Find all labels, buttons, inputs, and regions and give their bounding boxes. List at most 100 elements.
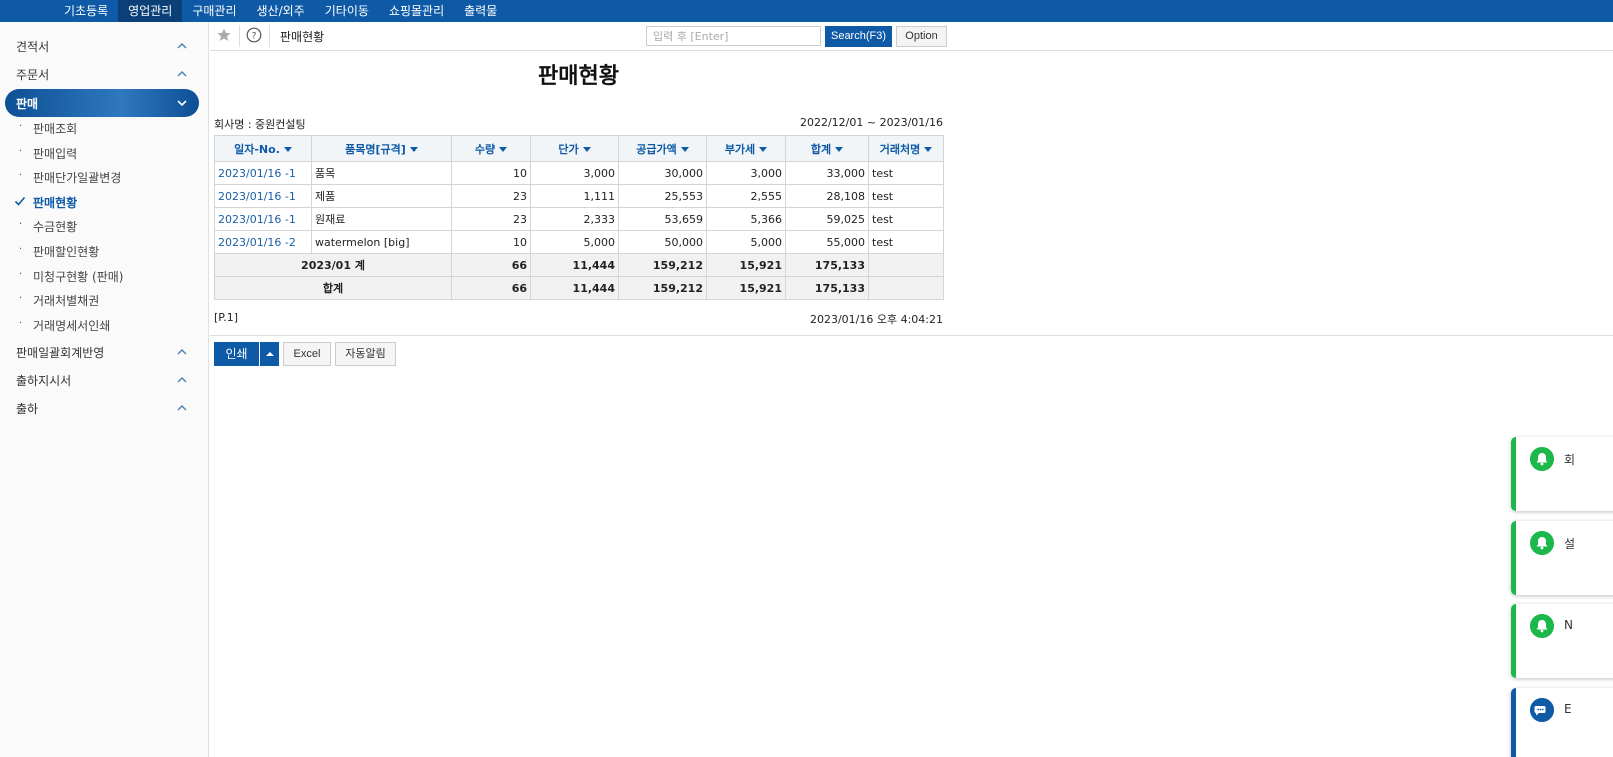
bullet-icon: · <box>19 121 23 132</box>
chevron-up-icon <box>177 71 187 77</box>
sidebar-subitem[interactable]: 판매현황 <box>0 191 209 213</box>
auto-notify-button[interactable]: 자동알림 <box>335 342 396 366</box>
column-header-label: 수량 <box>474 142 496 156</box>
notification-card[interactable]: 설 <box>1511 521 1613 595</box>
sort-down-icon <box>759 147 768 152</box>
table-cell: 25,553 <box>618 184 707 208</box>
search-button[interactable]: Search(F3) <box>825 26 892 47</box>
search-input[interactable] <box>646 26 821 46</box>
row-date-link[interactable]: 2023/01/16 -1 <box>214 161 312 185</box>
column-header[interactable]: 공급가액 <box>618 135 707 162</box>
column-header-label: 단가 <box>558 142 579 156</box>
sidebar-group-label: 판매 <box>16 97 39 111</box>
top-menu-item[interactable]: 구매관리 <box>182 0 246 22</box>
caret-up-icon <box>266 352 274 356</box>
table-cell: 175,133 <box>785 253 869 277</box>
sidebar-subitem[interactable]: · 거래처별채권 <box>0 289 209 311</box>
excel-button[interactable]: Excel <box>283 342 331 366</box>
chevron-up-icon <box>177 43 187 49</box>
print-dropdown-button[interactable] <box>260 342 279 366</box>
bell-icon <box>1530 614 1554 638</box>
column-header[interactable]: 수량 <box>451 135 531 162</box>
notification-card[interactable]: 회 <box>1511 437 1613 511</box>
table-cell: 3,000 <box>530 161 619 185</box>
sidebar-subitem[interactable]: · 수금현황 <box>0 215 209 237</box>
table-cell: 11,444 <box>530 253 619 277</box>
top-menu-item[interactable]: 출력물 <box>454 0 507 22</box>
sidebar-group-label: 출하지시서 <box>16 374 72 388</box>
chevron-up-icon <box>177 377 187 383</box>
sidebar-subitem[interactable]: · 판매입력 <box>0 142 209 164</box>
column-header[interactable]: 품목명[규격] <box>311 135 452 162</box>
chat-icon <box>1530 698 1554 722</box>
table-cell: 23 <box>451 207 531 231</box>
row-date-link[interactable]: 2023/01/16 -1 <box>214 207 312 231</box>
company-name: 회사명 : 중원컨설팅 <box>214 118 306 131</box>
table-cell: 10 <box>451 230 531 254</box>
sidebar-subitem[interactable]: · 판매할인현황 <box>0 240 209 262</box>
chevron-up-icon <box>177 405 187 411</box>
star-icon[interactable] <box>216 27 232 43</box>
bell-icon <box>1530 531 1554 555</box>
total-row: 합계 66 11,444 159,212 15,921 175,133 <box>214 276 944 300</box>
row-date-link[interactable]: 2023/01/16 -1 <box>214 184 312 208</box>
bullet-icon: · <box>19 145 23 157</box>
table-cell: 15,921 <box>706 253 786 277</box>
column-header[interactable]: 거래처명 <box>868 135 944 162</box>
column-header[interactable]: 일자-No. <box>214 135 312 162</box>
table-cell: 11,444 <box>530 276 619 300</box>
sidebar-group-sales[interactable]: 판매 <box>5 89 199 117</box>
notification-text: 회 <box>1564 453 1576 467</box>
column-header-label: 거래처명 <box>879 142 921 156</box>
table-cell: watermelon [big] <box>311 230 452 254</box>
bullet-icon: · <box>19 219 23 231</box>
sidebar-group[interactable]: 출하 <box>0 396 209 420</box>
sidebar-group[interactable]: 출하지시서 <box>0 368 209 392</box>
option-button[interactable]: Option <box>896 26 947 47</box>
chevron-down-icon <box>177 100 187 107</box>
sidebar-subitem[interactable]: · 미청구현황 (판매) <box>0 265 209 287</box>
top-menu-item[interactable]: 기초등록 <box>54 0 118 22</box>
row-date-link[interactable]: 2023/01/16 -2 <box>214 230 312 254</box>
chat-notification-card[interactable]: E <box>1511 688 1613 757</box>
column-header[interactable]: 부가세 <box>706 135 786 162</box>
sort-down-icon <box>582 147 591 152</box>
table-cell <box>868 276 944 300</box>
table-cell: 원재료 <box>311 207 452 231</box>
sidebar-group[interactable]: 주문서 <box>0 62 209 86</box>
bell-icon <box>1530 447 1554 471</box>
sidebar-group[interactable]: 판매일괄회계반영 <box>0 340 209 364</box>
svg-text:?: ? <box>252 32 257 42</box>
table-row: 2023/01/16 -1 품목 10 3,000 30,000 3,000 33,000 t… <box>214 161 944 185</box>
table-cell <box>868 253 944 277</box>
top-menu-item[interactable]: 생산/외주 <box>247 0 315 22</box>
chevron-up-icon <box>177 349 187 355</box>
help-icon[interactable]: ? <box>246 27 262 43</box>
table-cell: 66 <box>451 253 531 277</box>
table-cell: test <box>868 230 944 254</box>
bullet-icon: · <box>19 268 23 280</box>
top-menu-item[interactable]: 영업관리 <box>118 0 183 22</box>
top-menu-item[interactable]: 쇼핑몰관리 <box>379 0 454 22</box>
table-cell: 3,000 <box>706 161 786 185</box>
sidebar-group[interactable]: 견적서 <box>0 34 209 58</box>
bullet-icon: · <box>19 317 23 329</box>
notification-text: N <box>1564 618 1573 632</box>
sidebar-subitem[interactable]: · 판매단가일괄변경 <box>0 166 209 188</box>
content-toolbar: ? 판매현황 Search(F3) Option <box>210 22 1613 51</box>
top-menu-item[interactable]: 기타이동 <box>315 0 379 22</box>
sidebar-subitem-label: 판매조회 <box>33 122 78 136</box>
column-header[interactable]: 합계 <box>785 135 869 162</box>
sidebar-group-label: 주문서 <box>16 68 50 82</box>
table-cell: 59,025 <box>785 207 869 231</box>
report-period: 2022/12/01 ~ 2023/01/16 <box>799 116 943 129</box>
top-menu: 기초등록 영업관리 구매관리 생산/외주 기타이동 쇼핑몰관리 출력물 <box>54 0 507 22</box>
table-cell: 5,000 <box>706 230 786 254</box>
table-cell: test <box>868 207 944 231</box>
column-header[interactable]: 단가 <box>530 135 619 162</box>
sidebar-subitem[interactable]: · 판매조회 <box>0 117 209 139</box>
sidebar-subitem[interactable]: · 거래명세서인쇄 <box>0 314 209 336</box>
notification-card[interactable]: N <box>1511 604 1613 678</box>
notification-text: E <box>1564 702 1572 716</box>
print-button[interactable]: 인쇄 <box>214 342 259 366</box>
